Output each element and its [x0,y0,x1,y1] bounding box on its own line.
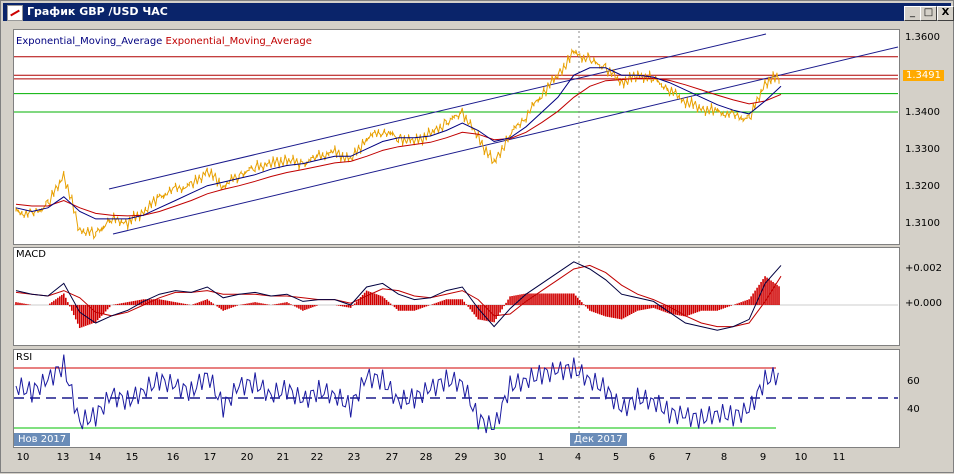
x-tick-label: 4 [574,452,582,463]
y-tick: 1.3100 [905,218,940,229]
macd-title: MACD [16,249,46,260]
month-label-dec: Дек 2017 [570,433,627,446]
x-tick-label: 16 [166,452,180,463]
y-tick: 1.3400 [905,107,940,118]
x-tick-label: 13 [56,452,70,463]
x-tick-label: 20 [240,452,254,463]
ema-slow-line [15,77,782,217]
chart-canvas [14,31,899,446]
x-tick-label: 5 [612,452,620,463]
chart-window: График GBP /USD ЧАС _ □ X Exponential_Mo… [0,0,954,473]
x-tick-label: 11 [832,452,846,463]
current-price-badge: 1.3491 [903,70,944,81]
y-tick: 1.3600 [905,32,940,43]
x-tick-label: 28 [419,452,433,463]
macd-line [15,261,782,331]
x-tick-label: 10 [794,452,808,463]
x-tick-label: 17 [203,452,217,463]
legend-ema-1: Exponential_Moving_Average [16,36,163,47]
x-tick-label: 14 [88,452,102,463]
x-tick-label: 8 [720,452,728,463]
y-tick: 1.3300 [905,144,940,155]
rsi-y-tick: 40 [907,404,920,415]
legend-ema-2: Exponential_Moving_Average [165,36,312,47]
rsi-title: RSI [16,352,33,363]
rsi-line [15,354,779,434]
ema-fast-line [15,67,782,220]
x-tick-label: 27 [385,452,399,463]
y-tick: 1.3200 [905,181,940,192]
x-tick-label: 21 [276,452,290,463]
rsi-y-tick: 60 [907,376,920,387]
macd-y-tick: +0.000 [905,298,943,309]
price-series [15,48,780,241]
x-tick-label: 22 [310,452,324,463]
x-tick-label: 10 [16,452,30,463]
x-tick-label: 1 [537,452,545,463]
x-tick-label: 6 [648,452,656,463]
x-tick-label: 9 [759,452,767,463]
macd-signal-line [15,264,782,328]
x-tick-label: 7 [684,452,692,463]
macd-y-tick: +0.002 [905,263,943,274]
x-tick-label: 30 [493,452,507,463]
month-label-nov: Нов 2017 [14,433,71,446]
x-tick-label: 29 [454,452,468,463]
x-tick-label: 23 [347,452,361,463]
legend: Exponential_Moving_Average Exponential_M… [16,36,312,47]
x-tick-label: 15 [125,452,139,463]
